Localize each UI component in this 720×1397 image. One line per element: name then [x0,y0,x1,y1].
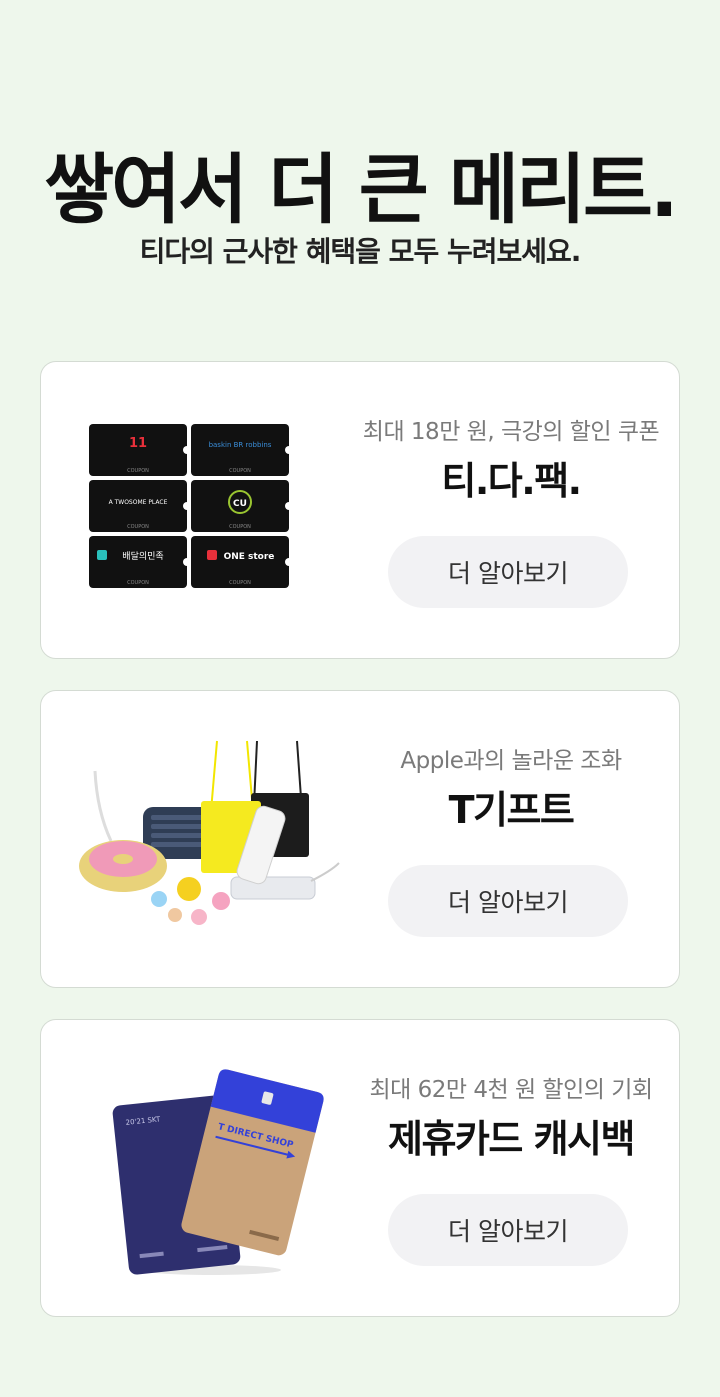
hero-subtitle: 티다의 근사한 혜택을 모두 누려보세요. [139,235,582,268]
sticker-icon [168,908,182,922]
sticker-icon [151,891,167,907]
coupon-twosome-label: A TWOSOME PLACE [109,499,168,506]
tgift-products-illustration [79,740,340,925]
coupon-baemin: 배달의민족 COUPON [89,536,187,588]
benefit-card-partner-cashback: 20'21 SKT T DIRECT SHOP 최대 62만 4천 원 할인의 … [40,1019,680,1317]
learn-more-button[interactable]: 더 알아보기 [388,1194,628,1266]
hero-title: 쌓여서 더 큰 메리트. [44,145,679,234]
sticker-icon [177,877,201,901]
coupon-cu: CU COUPON [191,480,289,532]
card-title: 제휴카드 캐시백 [388,1117,635,1161]
coupon-baemin-label: 배달의민족 [122,550,163,562]
learn-more-button[interactable]: 더 알아보기 [388,536,628,608]
coupon-caption: COUPON [127,580,149,586]
card-subtitle: Apple과의 놀라운 조화 [400,748,622,774]
card-text-block: Apple과의 놀라운 조화 T기프트 더 알아보기 [341,691,681,987]
credit-cards-illustration: 20'21 SKT T DIRECT SHOP [112,1069,324,1275]
coupon-caption: COUPON [229,468,251,474]
coupon-pack-illustration: 11 COUPON baskin BR robbins COUPON A TWO… [89,424,293,588]
coupon-baskin: baskin BR robbins COUPON [191,424,289,476]
card-subtitle: 최대 62만 4천 원 할인의 기회 [369,1077,653,1103]
card-subtitle: 최대 18만 원, 극강의 할인 쿠폰 [362,419,660,445]
card-text-block: 최대 62만 4천 원 할인의 기회 제휴카드 캐시백 더 알아보기 [341,1020,681,1316]
coupon-caption: COUPON [127,524,149,530]
coupon-11st: 11 COUPON [89,424,187,476]
coupon-cu-label: CU [233,499,247,509]
coupon-baskin-label: baskin BR robbins [209,441,272,449]
card-title: T기프트 [448,788,575,832]
charging-base-icon [230,876,316,900]
coupon-caption: COUPON [229,524,251,530]
benefit-card-tgift: Apple과의 놀라운 조화 T기프트 더 알아보기 [40,690,680,988]
coupon-caption: COUPON [229,580,251,586]
coupon-onestore-label: ONE store [224,552,275,562]
learn-more-button[interactable]: 더 알아보기 [388,865,628,937]
card-text-block: 최대 18만 원, 극강의 할인 쿠폰 티.다.팩. 더 알아보기 [341,362,681,658]
coupon-twosome: A TWOSOME PLACE COUPON [89,480,187,532]
sticker-icon [212,892,230,910]
coupon-caption: COUPON [127,468,149,474]
kraft-credit-card-icon: T DIRECT SHOP [181,1069,324,1256]
benefit-card-tidapack: 11 COUPON baskin BR robbins COUPON A TWO… [40,361,680,659]
coupon-onestore: ONE store COUPON [191,536,289,588]
coupon-11st-label: 11 [129,436,147,451]
card-title: 티.다.팩. [441,459,582,503]
sticker-icon [191,909,207,925]
